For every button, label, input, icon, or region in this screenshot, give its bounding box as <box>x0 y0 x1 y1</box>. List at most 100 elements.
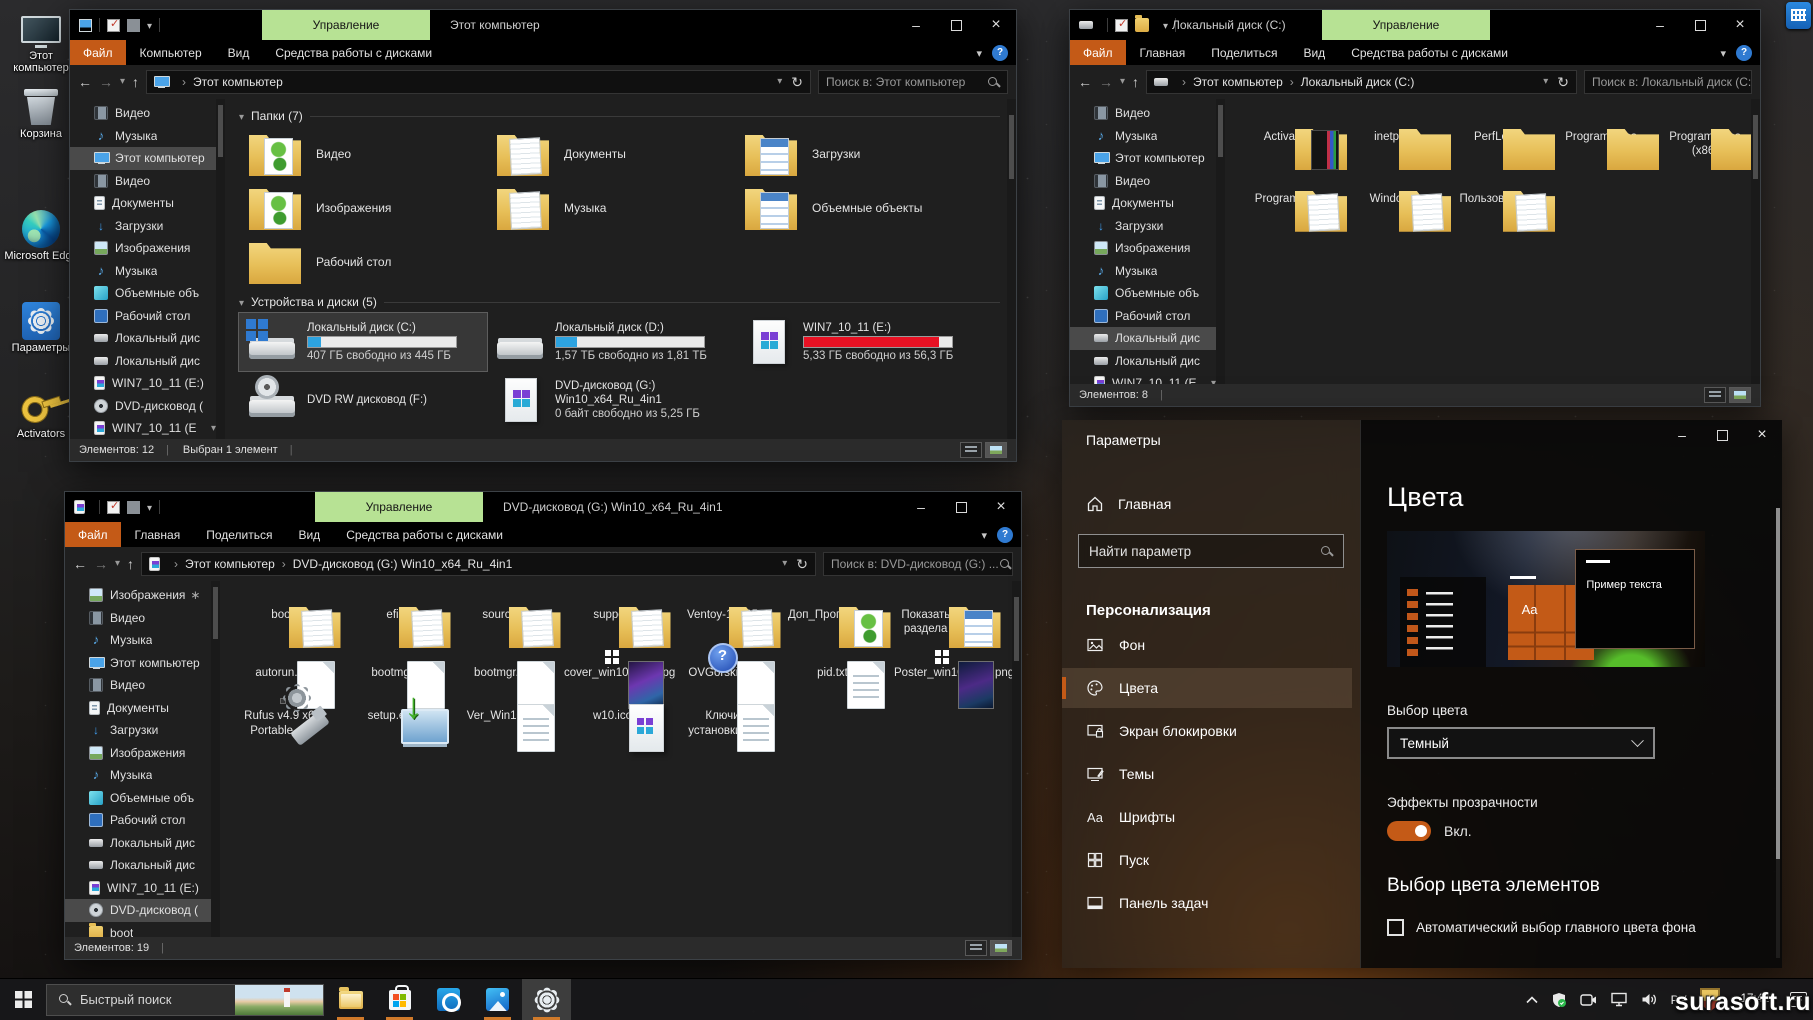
folder-tile[interactable]: Видео <box>239 127 487 181</box>
sidebar-item[interactable]: Изображения <box>65 742 211 765</box>
sidebar-item[interactable]: DVD-дисковод ( <box>65 899 211 922</box>
minimize-button[interactable] <box>1662 420 1702 450</box>
taskbar-search[interactable]: Быстрый поиск <box>46 983 324 1016</box>
properties-icon[interactable] <box>1115 17 1128 32</box>
search-box[interactable]: Поиск в: Локальный диск (C:) <box>1584 70 1752 94</box>
sidebar-item[interactable]: Изображения <box>65 584 211 607</box>
address-dropdown-chevron-icon[interactable]: ▾ <box>777 77 782 87</box>
search-box[interactable]: Поиск в: Этот компьютер <box>818 70 1008 94</box>
folder-icon[interactable] <box>1135 15 1149 32</box>
settings-nav-home[interactable]: Главная <box>1078 488 1352 520</box>
file-tile[interactable]: support <box>564 589 661 637</box>
back-icon[interactable]: ← <box>78 75 92 89</box>
sidebar-item[interactable]: Документы <box>65 697 211 720</box>
breadcrumb[interactable]: Этот компьютер DVD-дисковод (G:) Win10_x… <box>141 552 816 576</box>
taskbar-photos-button[interactable] <box>473 979 522 1020</box>
settings-nav-colors[interactable]: Цвета <box>1062 668 1352 708</box>
settings-nav-background[interactable]: Фон <box>1062 625 1352 665</box>
title-bar[interactable]: Управление Этот компьютер <box>70 10 1016 40</box>
forward-icon[interactable]: → <box>99 75 113 89</box>
computer-icon[interactable] <box>79 18 92 32</box>
file-tile[interactable]: pid.txt <box>784 647 881 680</box>
settings-nav-lock-screen[interactable]: Экран блокировки <box>1062 711 1352 751</box>
forward-icon[interactable]: → <box>1099 75 1113 89</box>
maximize-button[interactable] <box>1680 10 1720 40</box>
file-tile[interactable]: efi <box>344 589 441 637</box>
folder-tile[interactable]: Рабочий стол <box>239 235 487 289</box>
file-tile[interactable]: Ventoy-1.1.05 <box>674 589 771 637</box>
sidebar-item[interactable]: Объемные объ <box>1070 282 1216 305</box>
manage-contextual-tab[interactable]: Управление <box>1322 10 1490 40</box>
sidebar-item[interactable]: WIN7_10_11 (E:) <box>1070 372 1216 384</box>
refresh-icon[interactable]: ↻ <box>791 75 803 89</box>
file-tile[interactable]: Показать стиль раздела диска <box>894 589 991 637</box>
sidebar-item[interactable]: Рабочий стол <box>65 809 211 832</box>
file-tile[interactable]: OVGorskiy.ru <box>674 647 771 680</box>
sidebar-scrollbar[interactable] <box>216 99 225 439</box>
recent-locations-chevron-icon[interactable]: ▾ <box>115 559 120 569</box>
address-dropdown-chevron-icon[interactable]: ▾ <box>782 559 787 569</box>
drive-icon[interactable] <box>1079 21 1093 29</box>
folder-tile[interactable]: Объемные объекты <box>735 181 983 235</box>
sidebar-item[interactable]: Документы <box>70 192 216 215</box>
maximize-button[interactable] <box>1702 420 1742 450</box>
file-tile[interactable]: Activators <box>1239 111 1339 159</box>
sidebar-item[interactable]: Музыка <box>70 125 216 148</box>
network-icon[interactable] <box>1610 992 1628 1007</box>
transparency-toggle[interactable] <box>1387 821 1431 841</box>
sidebar-item[interactable]: Документы <box>1070 192 1216 215</box>
refresh-icon[interactable]: ↻ <box>796 557 808 571</box>
breadcrumb[interactable]: Этот компьютер Локальный диск (C:) ▾ ↻ <box>1146 70 1577 94</box>
search-highlight-image[interactable] <box>235 984 323 1015</box>
minimize-button[interactable] <box>901 492 941 522</box>
file-tile[interactable]: Program Files <box>1551 111 1651 159</box>
sidebar-item[interactable]: WIN7_10_11 (E:) <box>70 417 216 439</box>
minimize-button[interactable] <box>1640 10 1680 40</box>
file-tile[interactable]: bootmgr <box>344 647 441 680</box>
manage-contextual-tab[interactable]: Управление <box>262 10 430 40</box>
sidebar-item[interactable]: Видео <box>70 102 216 125</box>
sidebar-item[interactable]: Изображения <box>70 237 216 260</box>
ribbon-tab[interactable]: Главная <box>122 522 194 547</box>
sidebar-item[interactable]: Музыка <box>65 764 211 787</box>
settings-scrollbar[interactable] <box>1776 508 1780 958</box>
folder-tile[interactable]: Музыка <box>487 181 735 235</box>
ribbon-collapse-chevron-icon[interactable] <box>1720 46 1726 60</box>
file-tile[interactable]: ProgramData <box>1239 173 1339 206</box>
sidebar-item[interactable]: Видео <box>65 607 211 630</box>
properties-icon[interactable] <box>107 17 120 32</box>
file-tile[interactable]: Доп_Программы <box>784 589 881 637</box>
group-collapse-icon[interactable] <box>239 295 244 309</box>
sidebar-item[interactable]: Объемные объ <box>65 787 211 810</box>
windows-disc-icon[interactable] <box>74 500 85 514</box>
sidebar-item[interactable]: Загрузки <box>70 215 216 238</box>
manage-contextual-tab[interactable]: Управление <box>315 492 483 522</box>
icons-view-button[interactable] <box>990 940 1012 956</box>
breadcrumb-item[interactable]: Этот компьютер <box>185 557 275 571</box>
maximize-button[interactable] <box>941 492 981 522</box>
content-scrollbar[interactable] <box>1007 99 1016 439</box>
settings-nav-themes[interactable]: Темы <box>1062 754 1352 794</box>
customize-qat-chevron-icon[interactable] <box>147 500 152 514</box>
ribbon-tab[interactable]: Поделиться <box>1198 40 1290 65</box>
file-tile[interactable]: bootmgr.efi <box>454 647 551 680</box>
settings-nav-taskbar[interactable]: Панель задач <box>1062 883 1352 923</box>
file-tile[interactable]: Poster_win10_4in1.png <box>894 647 1014 680</box>
ribbon-tab[interactable]: Вид <box>1290 40 1338 65</box>
folder-tile[interactable]: Документы <box>487 127 735 181</box>
meet-now-icon[interactable] <box>1579 993 1597 1007</box>
icons-view-button[interactable] <box>1729 387 1751 403</box>
help-icon[interactable] <box>1736 44 1752 61</box>
ribbon-tab[interactable]: Вид <box>285 522 333 547</box>
breadcrumb[interactable]: Этот компьютер ▾ ↻ <box>146 70 811 94</box>
taskbar-explorer-button[interactable] <box>326 979 375 1020</box>
title-bar[interactable]: Локальный диск (C:) Управление <box>1070 10 1760 40</box>
back-icon[interactable]: ← <box>1078 75 1092 89</box>
file-tile[interactable]: autorun.inf <box>234 647 331 680</box>
ribbon-tab-file[interactable]: Файл <box>1070 40 1126 65</box>
help-icon[interactable] <box>992 44 1008 61</box>
ribbon-tab[interactable]: Средства работы с дисками <box>333 522 516 547</box>
folder-tile[interactable]: Загрузки <box>735 127 983 181</box>
sidebar-item[interactable]: Загрузки <box>1070 215 1216 238</box>
taskbar-outlook-button[interactable] <box>424 979 473 1020</box>
